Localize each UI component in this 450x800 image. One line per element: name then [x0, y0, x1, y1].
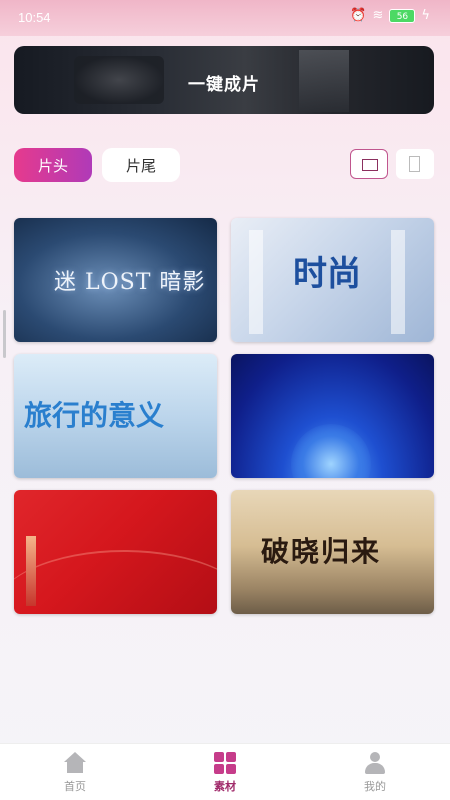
planet-glow [291, 424, 371, 478]
scroll-indicator [3, 310, 6, 358]
tab-intro[interactable]: 片头 [14, 148, 92, 182]
template-title: 时尚 [293, 254, 361, 294]
grid-icon [213, 751, 237, 775]
one-click-banner[interactable]: 一键成片 [14, 46, 434, 114]
user-icon [363, 751, 387, 775]
template-title: 旅行的意义 [24, 399, 165, 432]
card-decoration [391, 230, 405, 334]
status-bar: 10:54 ⏰ ≋ 56 ϟ [0, 0, 450, 36]
tab-outro[interactable]: 片尾 [102, 148, 180, 182]
template-card[interactable]: 旅行的意义 [14, 354, 217, 478]
nav-label: 素材 [214, 779, 236, 793]
landscape-icon [362, 159, 378, 171]
portrait-ratio-button[interactable] [396, 149, 434, 179]
template-grid: 迷 LOST 暗影 时尚 旅行的意义 破晓归来 [14, 218, 434, 614]
charging-icon: ϟ [421, 8, 430, 23]
status-icons: ⏰ ≋ 56 ϟ [350, 8, 430, 23]
monument-image [26, 536, 36, 606]
alarm-icon: ⏰ [350, 8, 367, 23]
category-tabs: 片头 片尾 [14, 148, 180, 182]
status-time: 10:54 [18, 10, 51, 25]
bottom-nav: 首页 素材 我的 [0, 743, 450, 800]
wifi-icon: ≋ [372, 8, 384, 23]
nav-home[interactable]: 首页 [0, 744, 150, 800]
home-icon [63, 751, 87, 775]
banner-title: 一键成片 [188, 75, 260, 95]
battery-icon: 56 [389, 8, 416, 23]
template-card[interactable] [14, 490, 217, 614]
template-card[interactable]: 迷 LOST 暗影 [14, 218, 217, 342]
landscape-ratio-button[interactable] [350, 149, 388, 179]
portrait-icon [409, 156, 420, 172]
template-card[interactable]: 破晓归来 [231, 490, 434, 614]
template-card[interactable]: 时尚 [231, 218, 434, 342]
nav-profile[interactable]: 我的 [300, 744, 450, 800]
aspect-ratio-toggle [350, 149, 434, 179]
card-decoration [14, 550, 217, 614]
card-decoration [249, 230, 263, 334]
nav-materials[interactable]: 素材 [150, 744, 300, 800]
template-title: 迷 LOST 暗影 [54, 270, 206, 295]
template-card[interactable] [231, 354, 434, 478]
template-title: 破晓归来 [261, 535, 382, 568]
nav-label: 首页 [64, 779, 86, 793]
nav-label: 我的 [364, 779, 386, 793]
